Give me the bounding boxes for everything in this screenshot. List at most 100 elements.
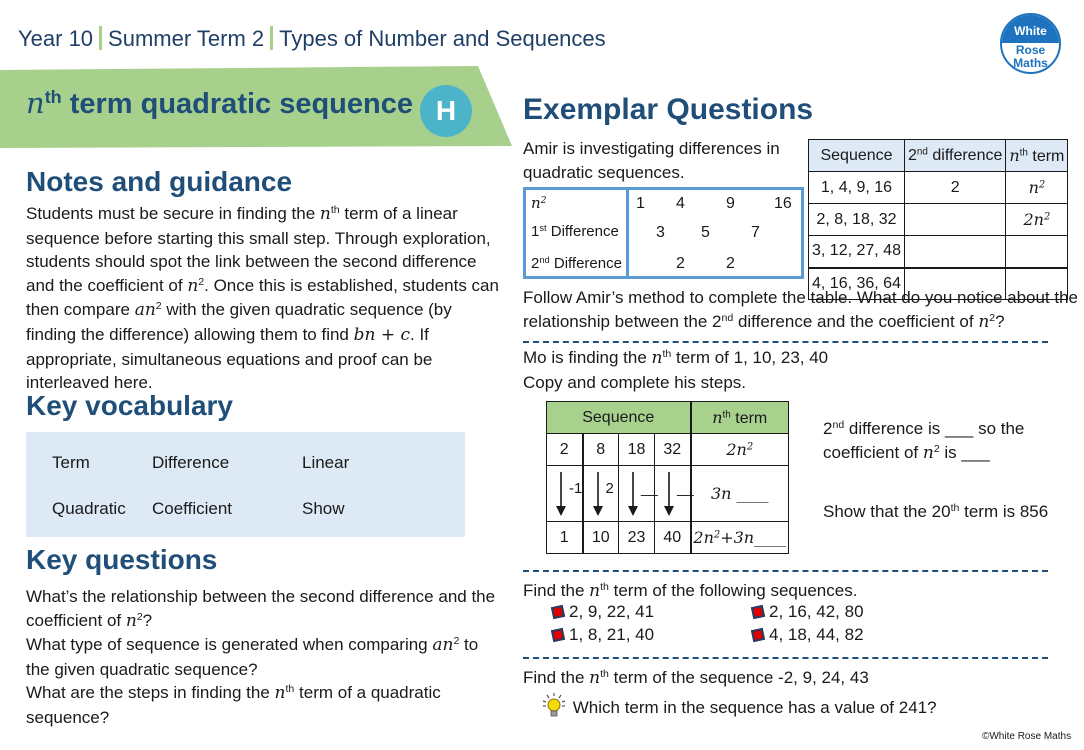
sup: th: [330, 204, 340, 217]
text-seg: 2: [908, 146, 917, 164]
square-value: 16: [774, 195, 792, 212]
second-difference-value: 2: [726, 255, 735, 272]
math-n: n: [922, 442, 934, 463]
sequence-text: 2, 16, 42, 80: [769, 602, 864, 621]
blank[interactable]: ____: [731, 484, 769, 503]
sup: 2: [1038, 179, 1046, 191]
lightbulb-icon: [542, 693, 566, 717]
plus: +3: [720, 528, 744, 547]
math-n: n: [978, 311, 990, 332]
text-seg: term of 1, 10, 23, 40: [671, 348, 829, 367]
coef: 2: [1023, 210, 1034, 229]
cell-value: 40: [654, 521, 691, 554]
math-bn-plus-c: bn + c: [353, 324, 411, 345]
cell-nth-term[interactable]: 3n ____: [689, 465, 789, 522]
cell-nth-term[interactable]: [1005, 235, 1069, 268]
sup: nd: [721, 311, 734, 324]
dashed-divider: [523, 341, 1048, 343]
table-header-row: Sequence nth term: [546, 401, 789, 434]
amir-intro-text: Amir is investigating differences in qua…: [523, 139, 780, 182]
sequence-item: 2, 9, 22, 41: [550, 602, 655, 622]
hint-row: Which term in the sequence has a value o…: [540, 693, 937, 720]
sup: 2: [1043, 211, 1051, 223]
title-th: th: [44, 87, 62, 108]
text-seg: difference and the coefficient of: [733, 311, 979, 331]
breadcrumb-year: Year 10: [18, 26, 94, 51]
sup: th: [600, 581, 609, 594]
var: n: [743, 528, 755, 547]
down-arrow-icon: [556, 472, 566, 516]
cell-difference[interactable]: [903, 203, 1007, 236]
math-n: n: [319, 204, 331, 224]
header-second-difference: 2nd difference: [903, 139, 1007, 172]
logo-top: White: [1002, 15, 1059, 43]
sup: 2: [540, 194, 547, 206]
breadcrumb-topic: Types of Number and Sequences: [279, 26, 606, 51]
breadcrumb-separator: [270, 26, 274, 50]
sequence-item: 1, 8, 21, 40: [550, 625, 654, 645]
down-arrow-icon: [592, 472, 603, 516]
row-label-first-difference: 1st Difference: [531, 223, 619, 240]
cell-sequence: 2, 8, 18, 32: [808, 203, 905, 236]
cell-nth-term[interactable]: 2n2: [1005, 203, 1069, 236]
coef: 3: [710, 484, 722, 503]
math-n: n: [187, 275, 199, 296]
table-row: 1, 4, 9, 16 2 n2: [808, 171, 1069, 204]
arrow-cell[interactable]: __: [618, 465, 658, 522]
mo-steps-table: Sequence nth term 2 8 18 32 2n2 -1 2 __ …: [546, 401, 789, 554]
vocab-word: Quadratic: [52, 499, 126, 518]
square-value: 1: [636, 195, 645, 212]
title-text: term quadratic sequence: [61, 88, 413, 120]
sup: st: [539, 222, 547, 233]
sup: th: [722, 409, 731, 421]
bullet-icon: [550, 627, 566, 643]
key-question: What’s the relationship between the seco…: [26, 585, 506, 633]
title-n: n: [26, 86, 45, 120]
text-seg: term: [730, 409, 768, 427]
breadcrumb-separator: [99, 26, 103, 50]
arrow-cell[interactable]: __: [654, 465, 694, 522]
arrow-label: 2: [605, 480, 614, 497]
text-seg: term is 856: [959, 502, 1049, 521]
notes-heading: Notes and guidance: [26, 166, 293, 197]
text-seg: What’s the relationship between the seco…: [26, 587, 496, 630]
header-sequence: Sequence: [546, 401, 691, 434]
key-questions-list: What’s the relationship between the seco…: [26, 585, 506, 730]
cell-difference[interactable]: 2: [903, 171, 1007, 204]
math-n: n: [651, 348, 663, 368]
cell-value: 1: [546, 521, 583, 554]
text-seg: Students must be secure in finding the: [26, 204, 320, 223]
cell-nth-term[interactable]: 2n2+3n____: [689, 521, 789, 554]
cell-nth-term[interactable]: n2: [1005, 171, 1069, 204]
arrow-cell: 2: [581, 465, 619, 522]
vocabulary-box: Term Difference Linear Quadratic Coeffic…: [26, 432, 465, 537]
cell-value: 8: [581, 433, 619, 466]
table-row: 2, 8, 18, 32 2n2: [808, 203, 1069, 236]
vocab-word: Show: [302, 499, 345, 518]
breadcrumb-term: Summer Term 2: [108, 26, 265, 51]
sup: nd: [916, 146, 928, 158]
mo-line1: Mo is finding the nth term of 1, 10, 23,…: [523, 346, 923, 371]
breadcrumb: Year 10 Summer Term 2 Types of Number and …: [18, 26, 606, 52]
text-seg: Find the: [523, 581, 590, 600]
follow-method-question: Follow Amir’s method to complete the tab…: [523, 286, 1083, 334]
sup: th: [662, 348, 672, 361]
vocab-word: Linear: [302, 453, 350, 472]
text-seg: Find the: [523, 668, 590, 687]
white-rose-maths-logo: White Rose Maths: [1000, 13, 1061, 74]
notes-text: Students must be secure in finding the n…: [26, 202, 506, 395]
cell-difference[interactable]: [903, 235, 1007, 268]
key-question: What type of sequence is generated when …: [26, 633, 506, 681]
sup: nd: [832, 419, 845, 432]
text-seg: ?: [995, 311, 1005, 331]
arrow-label: -1: [569, 480, 583, 497]
blank[interactable]: ____: [754, 528, 786, 547]
sequence-text: 2, 9, 22, 41: [569, 602, 655, 621]
first-difference-value: 5: [701, 224, 710, 241]
sequence-table: Sequence 2nd difference nth term 1, 4, 9…: [808, 139, 1069, 300]
math-n: n: [274, 683, 286, 704]
text-seg: ?: [142, 610, 153, 630]
vocab-word: Coefficient: [152, 499, 233, 518]
bullet-icon: [750, 627, 766, 643]
header-nth-term: nth term: [1005, 139, 1069, 172]
